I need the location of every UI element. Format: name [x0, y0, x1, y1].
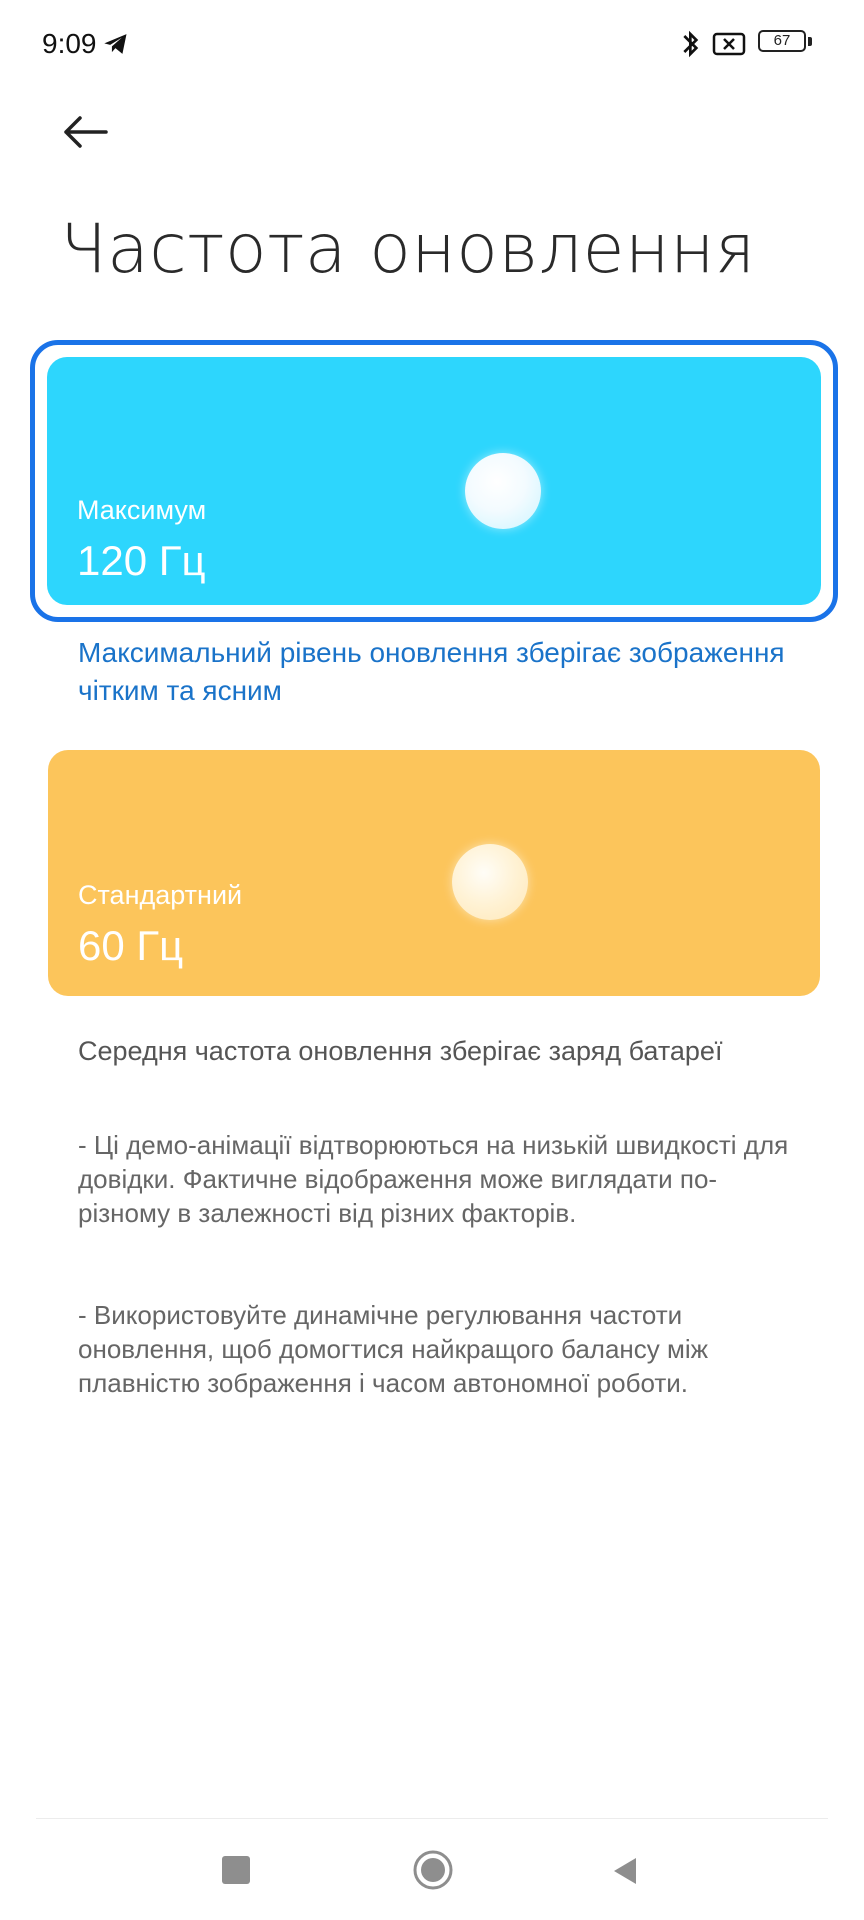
- back-button[interactable]: [58, 108, 114, 156]
- option-max-description: Максимальний рівень оновлення зберігає з…: [78, 637, 785, 706]
- page-title: Частота оновлення: [60, 210, 756, 289]
- no-sim-icon: [712, 32, 746, 56]
- option-standard-label: Стандартний: [78, 880, 243, 910]
- battery-level: 67: [758, 30, 806, 52]
- battery-tip: [808, 37, 812, 46]
- option-max-value: 120 Гц: [77, 537, 206, 584]
- option-max-card: Максимум 120 Гц: [47, 357, 821, 605]
- telegram-icon: [104, 34, 127, 54]
- note-demo-animation: - Ці демо-анімації відтворюються на низь…: [78, 1130, 789, 1228]
- back-triangle-icon[interactable]: [610, 1855, 640, 1887]
- option-standard-card: Стандартний 60 Гц: [48, 750, 820, 996]
- recents-icon[interactable]: [222, 1856, 250, 1884]
- demo-ball-icon: [465, 453, 541, 529]
- bluetooth-icon: [683, 30, 699, 58]
- demo-ball-icon: [452, 844, 528, 920]
- status-time: 9:09: [42, 28, 97, 59]
- arrow-left-icon: [64, 116, 108, 148]
- option-standard-60hz[interactable]: Стандартний 60 Гц: [30, 750, 838, 996]
- option-standard-value: 60 Гц: [78, 922, 184, 969]
- option-standard-description: Середня частота оновлення зберігає заряд…: [78, 1036, 723, 1066]
- note-dynamic-refresh: - Використовуйте динамічне регулювання ч…: [78, 1300, 709, 1398]
- nav-divider: [36, 1818, 828, 1819]
- home-icon[interactable]: [412, 1849, 454, 1891]
- refresh-rate-screen: 9:09 67 Частота оновлення Максимум 120 Г…: [0, 0, 864, 1920]
- status-bar: 9:09 67: [0, 0, 864, 90]
- option-max-label: Максимум: [77, 495, 207, 525]
- battery-icon: 67: [758, 30, 816, 56]
- option-max-120hz[interactable]: Максимум 120 Гц: [30, 340, 838, 622]
